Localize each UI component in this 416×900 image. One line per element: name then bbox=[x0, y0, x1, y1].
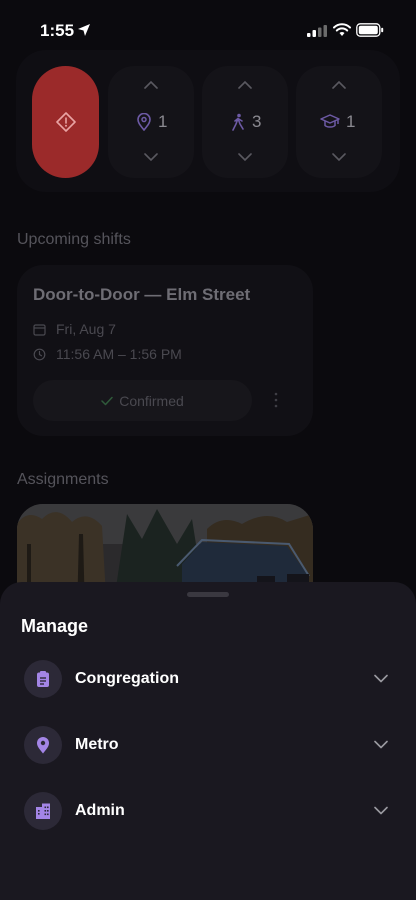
graduation-cap-icon bbox=[320, 114, 340, 128]
shift-time: 11:56 AM – 1:56 PM bbox=[56, 346, 182, 362]
chevron-down-icon[interactable] bbox=[144, 152, 158, 162]
sheet-title: Manage bbox=[21, 616, 89, 636]
shift-date: Fri, Aug 7 bbox=[56, 321, 116, 337]
manage-item-admin[interactable]: Admin bbox=[0, 786, 416, 836]
shift-date-row: Fri, Aug 7 bbox=[33, 321, 116, 337]
chevron-down-icon[interactable] bbox=[332, 152, 346, 162]
manage-item-label: Congregation bbox=[75, 670, 179, 687]
location-pin-icon-badge bbox=[24, 726, 62, 764]
manage-item-label: Metro bbox=[75, 736, 119, 753]
shift-time-row: 11:56 AM – 1:56 PM bbox=[33, 346, 182, 362]
assignments-heading: Assignments bbox=[17, 471, 109, 488]
upcoming-shifts-heading: Upcoming shifts bbox=[17, 231, 131, 248]
clock-icon bbox=[33, 348, 46, 360]
confirmed-status-button[interactable]: Confirmed bbox=[33, 380, 252, 421]
chevron-up-icon[interactable] bbox=[238, 80, 252, 90]
chevron-down-icon[interactable] bbox=[238, 152, 252, 162]
alert-button[interactable] bbox=[32, 66, 99, 178]
shift-card[interactable]: Door-to-Door — Elm Street Fri, Aug 7 11:… bbox=[17, 265, 313, 436]
stepper-walkers: 3 bbox=[202, 66, 288, 178]
building-icon-badge bbox=[24, 792, 62, 830]
shift-title: Door-to-Door — Elm Street bbox=[33, 285, 251, 304]
chevron-down-icon bbox=[374, 674, 388, 683]
chevron-up-icon[interactable] bbox=[332, 80, 346, 90]
walking-person-icon bbox=[232, 113, 244, 131]
confirmed-label: Confirmed bbox=[119, 392, 184, 409]
sheet-grabber[interactable] bbox=[187, 592, 229, 597]
stepper-training: 1 bbox=[296, 66, 382, 178]
chevron-down-icon bbox=[374, 806, 388, 815]
stepper-location: 1 bbox=[108, 66, 194, 178]
chevron-up-icon[interactable] bbox=[144, 80, 158, 90]
stepper-value: 1 bbox=[158, 112, 168, 131]
clipboard-icon-badge bbox=[24, 660, 62, 698]
stepper-value: 1 bbox=[346, 112, 356, 131]
manage-item-label: Admin bbox=[75, 802, 125, 819]
building-icon bbox=[36, 803, 50, 819]
location-pin-icon bbox=[137, 113, 151, 131]
clipboard-icon bbox=[37, 671, 49, 687]
warning-diamond-icon bbox=[55, 112, 76, 132]
manage-sheet: Manage Congregation Metro Admin bbox=[0, 582, 416, 900]
more-options-icon[interactable] bbox=[274, 392, 278, 408]
manage-item-congregation[interactable]: Congregation bbox=[0, 654, 416, 704]
manage-item-metro[interactable]: Metro bbox=[0, 720, 416, 770]
calendar-icon bbox=[33, 323, 46, 336]
location-pin-icon bbox=[37, 737, 49, 754]
stepper-value: 3 bbox=[252, 112, 262, 131]
checkmark-icon bbox=[101, 396, 113, 405]
chevron-down-icon bbox=[374, 740, 388, 749]
